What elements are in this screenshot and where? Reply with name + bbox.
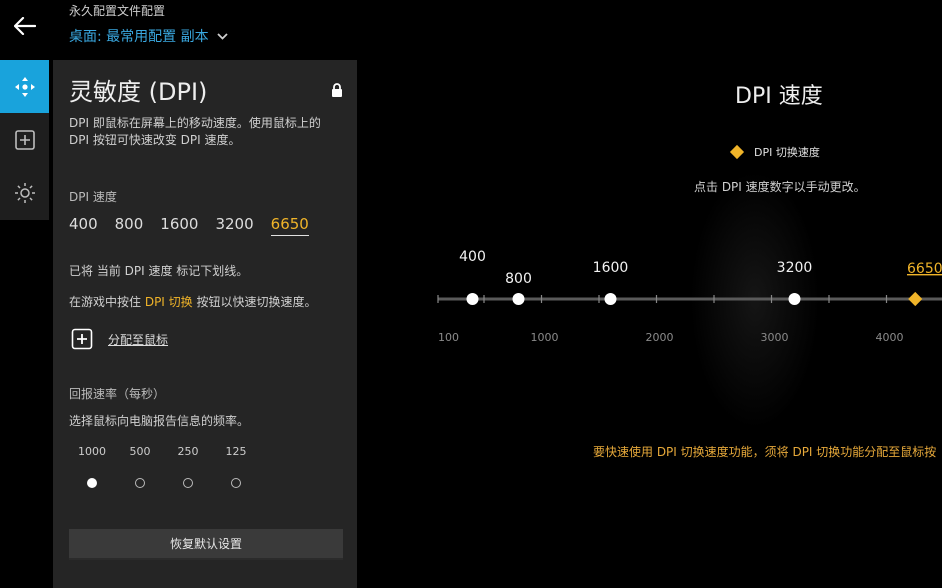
report-rate-option-125[interactable]: 125 [212, 445, 260, 488]
slider-axis-label: 100 [438, 331, 459, 344]
profile-selector[interactable]: 桌面: 最常用配置 副本 [69, 26, 228, 46]
dpi-level-2[interactable]: 800 [115, 215, 144, 236]
profile-caption: 永久配置文件配置 [69, 4, 166, 18]
profile-name: 桌面: 最常用配置 副本 [69, 29, 209, 45]
radio-unselected[interactable] [231, 478, 241, 488]
report-rate-value: 125 [225, 445, 247, 458]
dpi-handle-label-current[interactable]: 6650 [907, 261, 942, 277]
dpi-shift-legend: DPI 切换速度 [729, 144, 820, 160]
panel-description: DPI 即鼠标在屏幕上的移动速度。使用鼠标上的 DPI 按钮可快速改变 DPI … [69, 116, 321, 147]
slider-axis-label: 4000 [876, 331, 904, 344]
dpi-handle-2[interactable] [512, 293, 525, 305]
report-rate-option-250[interactable]: 250 [164, 445, 212, 488]
report-rate-value: 500 [129, 445, 151, 458]
report-rate-label: 回报速率（每秒） [69, 387, 166, 401]
panel-title: 灵敏度 (DPI) [69, 78, 208, 106]
dpi-handle-label[interactable]: 3200 [777, 260, 813, 276]
radio-unselected[interactable] [135, 478, 145, 488]
dpi-shift-legend-label: DPI 切换速度 [754, 146, 820, 159]
side-rail [0, 60, 49, 220]
dpi-handle-3[interactable] [604, 293, 617, 305]
dpi-level-5-current[interactable]: 6650 [270, 215, 309, 236]
radio-selected[interactable] [87, 478, 97, 488]
chevron-down-icon [216, 32, 228, 40]
add-box-icon [14, 129, 35, 150]
rail-item-lighting[interactable] [0, 166, 49, 219]
report-rate-value: 250 [177, 445, 199, 458]
slider-axis-label: 2000 [646, 331, 674, 344]
slider-axis-labels: 100 1000 2000 3000 4000 [438, 331, 904, 344]
radio-unselected[interactable] [183, 478, 193, 488]
dpi-level-1[interactable]: 400 [69, 215, 98, 236]
dpi-speed-label: DPI 速度 [69, 190, 117, 204]
dpi-edit-hint: 点击 DPI 速度数字以手动更改。 [694, 180, 866, 194]
lighting-icon [14, 182, 35, 203]
dpi-handle-1[interactable] [466, 293, 479, 305]
report-rate-description: 选择鼠标向电脑报告信息的频率。 [69, 414, 250, 428]
dpi-level-4[interactable]: 3200 [215, 215, 253, 236]
dpi-shift-handle[interactable] [908, 291, 923, 307]
slider-axis-label: 3000 [761, 331, 789, 344]
rail-item-assignments[interactable] [0, 113, 49, 166]
back-button[interactable] [0, 0, 49, 52]
dpi-handle-label[interactable]: 400 [459, 249, 486, 265]
move-icon [14, 76, 35, 97]
lock-icon [331, 82, 343, 101]
assign-warning: 要快速使用 DPI 切换速度功能，须将 DPI 切换功能分配至鼠标按 [593, 445, 937, 459]
dpi-handle-4[interactable] [788, 293, 801, 305]
dpi-level-3[interactable]: 1600 [160, 215, 198, 236]
dpi-speed-heading: DPI 速度 [735, 84, 823, 109]
report-rate-option-500[interactable]: 500 [116, 445, 164, 488]
dpi-handle-label[interactable]: 800 [505, 271, 532, 287]
slider-axis-label: 1000 [531, 331, 559, 344]
report-rate-option-1000[interactable]: 1000 [68, 445, 116, 488]
back-arrow-icon [13, 17, 36, 35]
restore-defaults-button[interactable]: 恢复默认设置 [69, 529, 343, 560]
dpi-level-list: 400 800 1600 3200 6650 [69, 215, 326, 236]
dpi-slider[interactable]: 100 1000 2000 3000 4000 400 800 1600 3200 6650 [0, 240, 942, 350]
dpi-handle-label[interactable]: 1600 [593, 260, 629, 276]
rail-item-sensitivity[interactable] [0, 60, 49, 113]
report-rate-value: 1000 [78, 445, 106, 458]
diamond-icon [729, 144, 745, 160]
